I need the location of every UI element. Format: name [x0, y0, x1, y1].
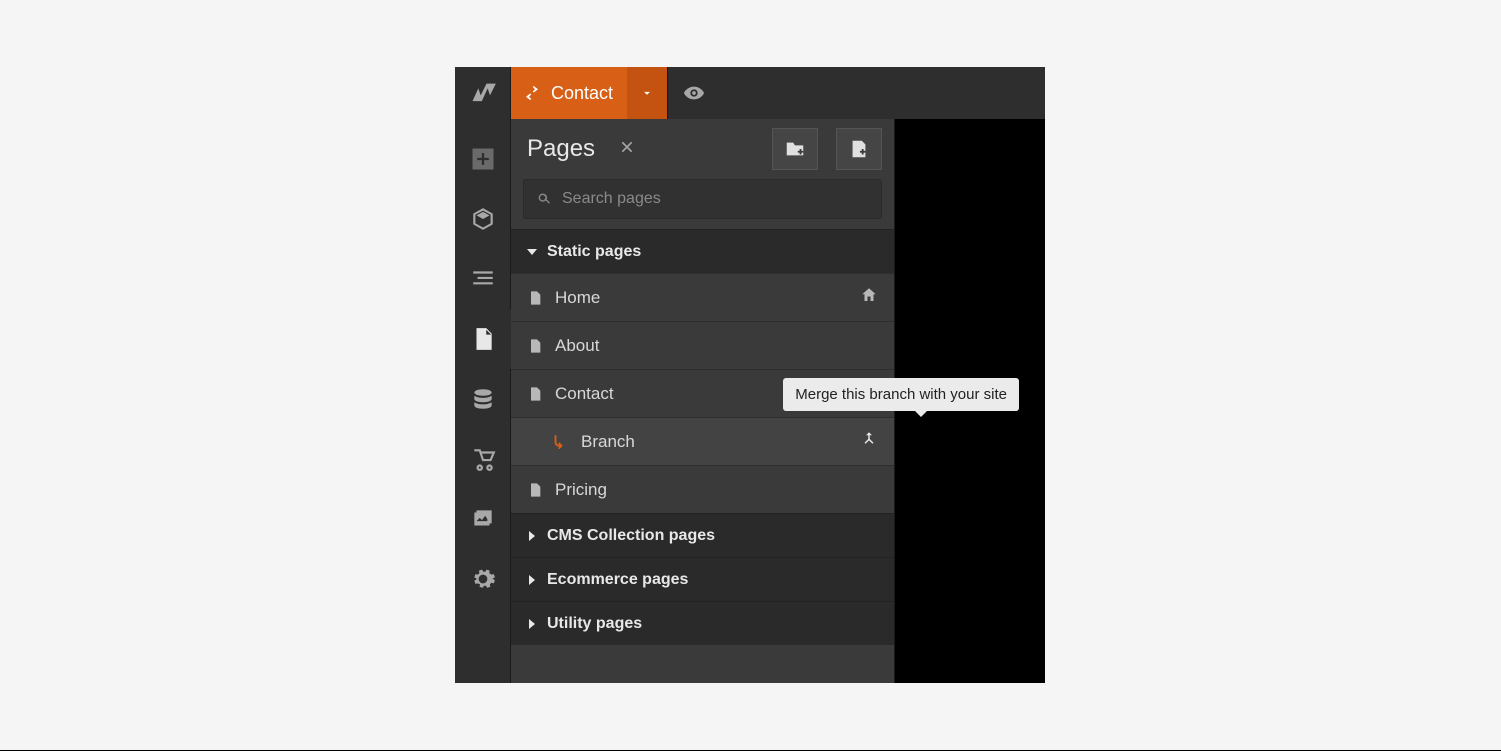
left-rail [455, 119, 511, 683]
caret-right-icon [527, 531, 537, 541]
home-indicator [860, 286, 878, 309]
branch-swap-icon [523, 84, 541, 102]
search-pages[interactable] [523, 179, 882, 219]
page-row-pricing[interactable]: Pricing [511, 465, 894, 513]
section-label: Ecommerce pages [547, 571, 688, 589]
navigator-icon [470, 266, 496, 292]
rail-assets-button[interactable] [455, 489, 511, 549]
body-row: Pages Stat [455, 119, 1045, 683]
pages-panel: Pages Stat [511, 119, 895, 683]
page-icon [527, 288, 543, 308]
search-icon [536, 191, 552, 207]
panel-title: Pages [527, 135, 595, 163]
page-row-about[interactable]: About [511, 321, 894, 369]
section-label: Utility pages [547, 615, 642, 633]
section-label: Static pages [547, 243, 641, 261]
logo-button[interactable] [455, 67, 511, 119]
page-row-home[interactable]: Home [511, 273, 894, 321]
page-label: Contact [555, 384, 614, 404]
search-wrap [511, 179, 894, 229]
app-window: Contact [455, 67, 1045, 683]
page-row-branch[interactable]: Branch Merge this branch with your site [511, 417, 894, 465]
rail-ecommerce-button[interactable] [455, 429, 511, 489]
section-label: CMS Collection pages [547, 527, 715, 545]
rail-navigator-button[interactable] [455, 249, 511, 309]
new-folder-button[interactable] [772, 128, 818, 170]
new-page-button[interactable] [836, 128, 882, 170]
rail-add-button[interactable] [455, 129, 511, 189]
merge-icon [860, 430, 878, 448]
page-label: About [555, 336, 599, 356]
section-ecommerce-pages[interactable]: Ecommerce pages [511, 557, 894, 601]
search-input[interactable] [562, 190, 869, 208]
current-page-pill[interactable]: Contact [511, 67, 627, 119]
page-dropdown-button[interactable] [627, 67, 667, 119]
images-icon [470, 506, 496, 532]
section-utility-pages[interactable]: Utility pages [511, 601, 894, 645]
page-icon [527, 384, 543, 404]
caret-down-icon [527, 247, 537, 257]
cart-icon [470, 446, 496, 472]
page-plus-icon [848, 138, 870, 160]
rail-pages-button[interactable] [455, 309, 511, 369]
gear-icon [470, 566, 496, 592]
rail-cms-button[interactable] [455, 369, 511, 429]
rail-symbols-button[interactable] [455, 189, 511, 249]
database-icon [470, 386, 496, 412]
cube-icon [470, 206, 496, 232]
panel-header: Pages [511, 119, 894, 179]
page-icon [527, 480, 543, 500]
folder-plus-icon [784, 138, 806, 160]
section-cms-pages[interactable]: CMS Collection pages [511, 513, 894, 557]
plus-box-icon [469, 145, 497, 173]
current-page-label: Contact [551, 83, 613, 104]
tooltip-text: Merge this branch with your site [795, 386, 1007, 403]
close-panel-button[interactable] [619, 138, 635, 161]
page-label: Home [555, 288, 600, 308]
merge-branch-button[interactable] [860, 430, 878, 453]
branch-arrow-icon [551, 433, 569, 451]
close-icon [619, 139, 635, 155]
section-static-pages[interactable]: Static pages [511, 229, 894, 273]
caret-right-icon [527, 619, 537, 629]
merge-tooltip: Merge this branch with your site [783, 378, 1019, 411]
topbar: Contact [455, 67, 1045, 119]
preview-button[interactable] [667, 67, 719, 119]
page-icon [470, 326, 496, 352]
eye-icon [683, 82, 705, 104]
webflow-logo-icon [469, 79, 497, 107]
rail-settings-button[interactable] [455, 549, 511, 609]
chevron-down-icon [640, 86, 654, 100]
page-label: Pricing [555, 480, 607, 500]
page-icon [527, 336, 543, 356]
home-icon [860, 286, 878, 304]
caret-right-icon [527, 575, 537, 585]
page-label: Branch [581, 432, 635, 452]
